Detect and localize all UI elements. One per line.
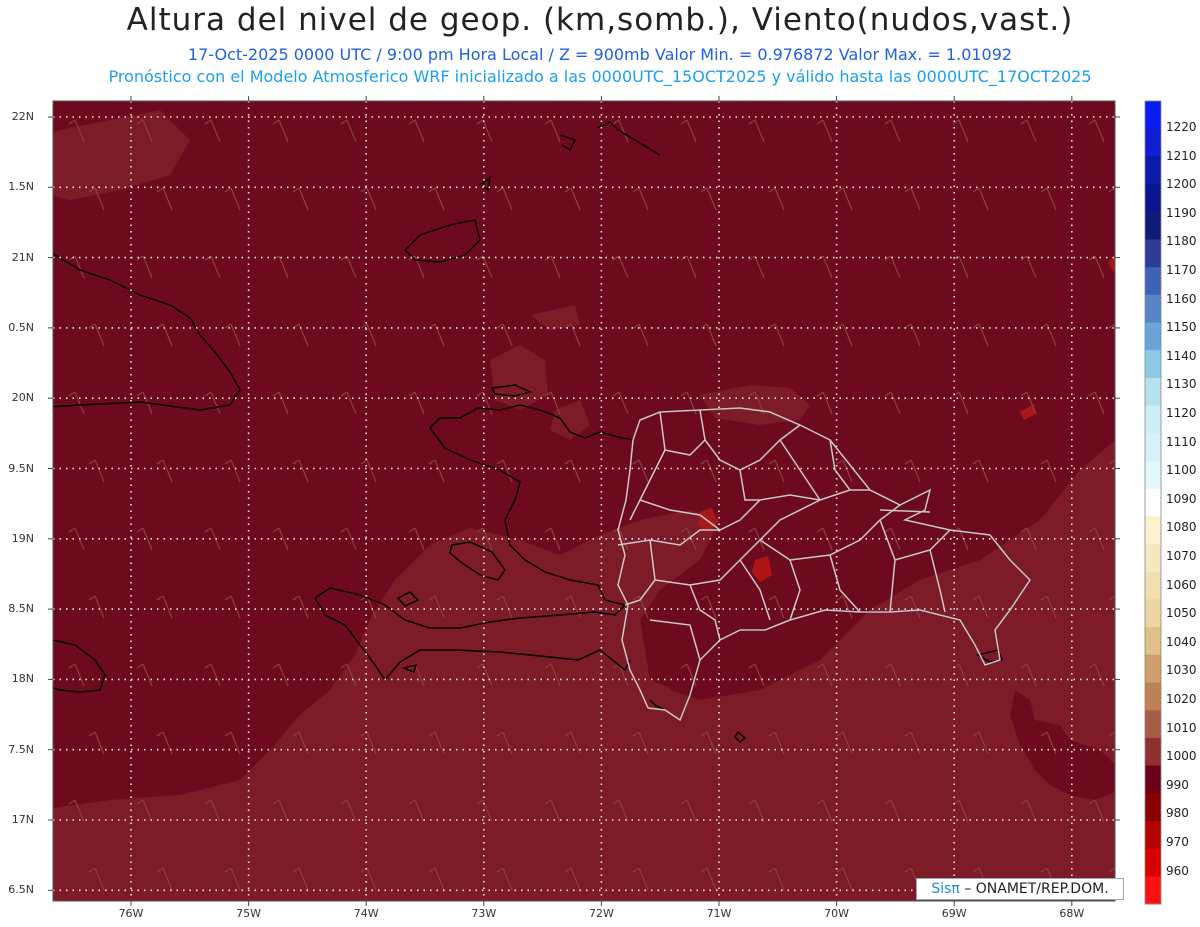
colorbar-label: 1060: [1166, 577, 1197, 592]
colorbar-label: 1130: [1166, 377, 1197, 392]
colorbar-label: 1190: [1166, 205, 1197, 220]
credit-box: Sisπ – ONAMET/REP.DOM.: [916, 878, 1124, 900]
latitude-label: 22N: [11, 110, 34, 123]
colorbar-segment: [1145, 128, 1161, 157]
sis-logo-text: Sisπ: [931, 881, 960, 897]
colorbar-label: 1180: [1166, 234, 1197, 249]
colorbar-label: 1110: [1166, 434, 1197, 449]
colorbar-label: 1200: [1166, 177, 1197, 192]
colorbar-segment: [1145, 820, 1161, 850]
colorbar-segment: [1145, 184, 1161, 213]
latitude-label: 0.5N: [8, 320, 34, 334]
longitude-label: 69W: [941, 907, 967, 920]
colorbar-label: 1160: [1166, 291, 1197, 306]
latitude-label: 9.5N: [8, 461, 34, 475]
colorbar: [1144, 100, 1162, 905]
longitude-label: 70W: [824, 907, 850, 920]
colorbar-segment: [1145, 101, 1161, 130]
colorbar-segment: [1145, 848, 1161, 877]
colorbar-label: 990: [1166, 777, 1189, 792]
onamet-credit-text: – ONAMET/REP.DOM.: [964, 881, 1109, 897]
colorbar-label: 1120: [1166, 406, 1197, 420]
colorbar-segment: [1145, 294, 1161, 324]
latitude-label: 17N: [11, 813, 34, 826]
colorbar-label: 1100: [1166, 463, 1197, 478]
colorbar-label: 1210: [1166, 148, 1197, 163]
colorbar-segment: [1145, 627, 1161, 656]
colorbar-segment: [1145, 211, 1161, 240]
colorbar-segment: [1145, 488, 1161, 517]
longitude-label: 73W: [471, 907, 497, 920]
colorbar-segment: [1145, 377, 1161, 407]
colorbar-segment: [1145, 876, 1161, 905]
colorbar-label: 980: [1166, 806, 1189, 821]
colorbar-label: 970: [1166, 835, 1189, 849]
colorbar-label: 1170: [1166, 263, 1197, 277]
longitude-label: 75W: [236, 907, 262, 920]
colorbar-segment: [1145, 516, 1161, 545]
longitude-label: 72W: [588, 907, 614, 920]
colorbar-label: 1090: [1166, 491, 1197, 506]
latitude-label: 8.5N: [8, 602, 34, 616]
longitude-label: 68W: [1059, 907, 1085, 920]
colorbar-segment: [1145, 654, 1161, 683]
colorbar-segment: [1145, 571, 1161, 600]
colorbar-segment: [1145, 682, 1161, 711]
geopotential-field: [53, 101, 1115, 901]
colorbar-segment: [1145, 239, 1161, 268]
latitude-label: 1.5N: [8, 180, 34, 194]
latitude-label: 7.5N: [8, 742, 34, 756]
colorbar-segment: [1145, 710, 1161, 739]
colorbar-label: 1150: [1166, 320, 1197, 335]
colorbar-segment: [1145, 544, 1161, 573]
colorbar-segment: [1145, 267, 1161, 296]
colorbar-label: 1040: [1166, 634, 1197, 649]
colorbar-segment: [1145, 793, 1161, 822]
colorbar-segment: [1145, 322, 1161, 351]
colorbar-label: 1020: [1166, 692, 1197, 706]
colorbar-label: 1140: [1166, 348, 1197, 363]
latitude-label: 19N: [11, 531, 34, 545]
colorbar-label: 1000: [1166, 749, 1197, 764]
colorbar-segment: [1145, 350, 1161, 379]
colorbar-segment: [1145, 405, 1161, 434]
colorbar-segment: [1145, 433, 1161, 462]
colorbar-segment: [1145, 765, 1161, 794]
map-canvas: [48, 96, 1162, 906]
colorbar-segment: [1145, 737, 1161, 767]
colorbar-label: 1010: [1166, 720, 1197, 735]
colorbar-label: 960: [1166, 863, 1189, 878]
latitude-label: 21N: [11, 250, 34, 264]
latitude-label: 20N: [11, 391, 34, 405]
longitude-label: 74W: [353, 907, 379, 920]
colorbar-label: 1050: [1166, 606, 1197, 621]
latitude-label: 6.5N: [8, 883, 34, 897]
colorbar-label: 1220: [1166, 120, 1197, 134]
colorbar-label: 1070: [1166, 549, 1197, 563]
colorbar-label: 1030: [1166, 663, 1197, 678]
longitude-label: 71W: [706, 907, 732, 920]
latitude-label: 18N: [11, 672, 34, 686]
colorbar-segment: [1145, 599, 1161, 628]
colorbar-segment: [1145, 460, 1161, 490]
longitude-label: 76W: [118, 907, 144, 920]
colorbar-label: 1080: [1166, 520, 1197, 535]
colorbar-segment: [1145, 156, 1161, 185]
